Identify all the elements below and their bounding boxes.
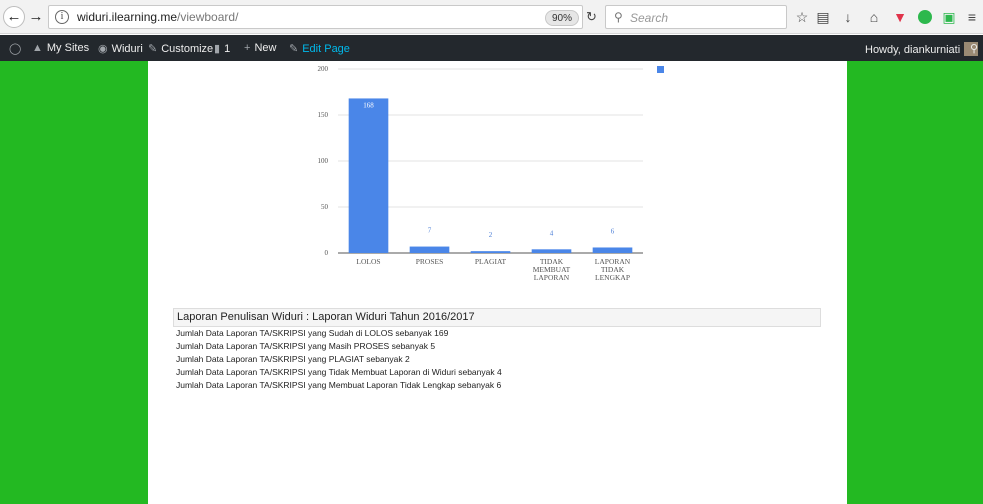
report-heading: Laporan Penulisan Widuri : Laporan Widur… bbox=[173, 308, 821, 327]
report-line-lolos: Jumlah Data Laporan TA/SKRIPSI yang Suda… bbox=[176, 328, 449, 338]
edit-page-link[interactable]: ✎ Edit Page bbox=[289, 42, 350, 55]
data-label: 7 bbox=[428, 227, 432, 235]
site-name-menu[interactable]: ◉ Widuri bbox=[98, 42, 143, 55]
comments-count: 1 bbox=[224, 43, 231, 55]
search-placeholder: Search bbox=[630, 11, 669, 25]
reload-icon[interactable]: ↻ bbox=[586, 9, 597, 25]
download-icon[interactable]: ↓ bbox=[839, 8, 857, 26]
browser-toolbar: ← → i widuri.ilearning.me/viewboard/ 90%… bbox=[0, 0, 983, 34]
search-input[interactable]: ⚲ Search bbox=[605, 5, 787, 29]
category-label: LOLOS bbox=[356, 257, 380, 266]
bar-chart: 0 50 100 150 200 168 LOLOS 7 PROSES 2 PLAGIAT 4 TIDA… bbox=[318, 65, 664, 282]
comment-icon: ▮ bbox=[214, 43, 221, 55]
bar bbox=[531, 249, 572, 253]
new-content-menu[interactable]: + New bbox=[244, 42, 276, 54]
data-label: 168 bbox=[363, 101, 374, 109]
url-path: /viewboard/ bbox=[177, 10, 239, 24]
y-tick-label: 0 bbox=[325, 249, 329, 257]
bar bbox=[592, 247, 633, 253]
url-text: widuri.ilearning.me/viewboard/ bbox=[77, 10, 238, 24]
account-menu[interactable]: Howdy, diankurniati bbox=[865, 42, 979, 56]
site-name-label: Widuri bbox=[111, 43, 143, 55]
report-line-tidak-membuat: Jumlah Data Laporan TA/SKRIPSI yang Tida… bbox=[176, 367, 502, 377]
category-label: TIDAK MEMBUAT LAPORAN bbox=[533, 257, 571, 282]
zoom-level-badge[interactable]: 90% bbox=[545, 10, 580, 26]
wp-admin-bar: ◯ ▲ My Sites ◉ Widuri ✎ Customize ▮ 1 + New ✎… bbox=[0, 35, 983, 61]
search-icon: ⚲ bbox=[614, 10, 623, 24]
report-line-plagiat: Jumlah Data Laporan TA/SKRIPSI yang PLAG… bbox=[176, 354, 410, 364]
report-panel: Laporan Penulisan Widuri : Laporan Widur… bbox=[173, 308, 821, 392]
report-line-proses: Jumlah Data Laporan TA/SKRIPSI yang Masi… bbox=[176, 341, 436, 351]
data-label: 2 bbox=[489, 231, 493, 239]
new-label: New bbox=[254, 42, 277, 54]
category-label: PLAGIAT bbox=[475, 257, 507, 266]
my-sites-label: My Sites bbox=[46, 42, 90, 54]
data-label: 4 bbox=[550, 229, 554, 237]
page-background-left bbox=[0, 61, 148, 504]
category-label: LAPORAN TIDAK LENGKAP bbox=[595, 257, 631, 282]
admin-search-icon[interactable]: ⚲ bbox=[970, 42, 978, 55]
bar bbox=[470, 251, 511, 253]
comments-link[interactable]: ▮ 1 bbox=[214, 42, 230, 55]
forward-arrow-icon[interactable]: → bbox=[26, 7, 46, 27]
pocket-icon[interactable]: ▼ bbox=[891, 8, 909, 26]
sites-icon: ▲ bbox=[32, 42, 43, 54]
extension-box-icon[interactable]: ▣ bbox=[940, 8, 958, 26]
back-arrow-icon[interactable]: ← bbox=[3, 6, 25, 28]
y-tick-label: 50 bbox=[321, 203, 329, 211]
extension-green-icon[interactable] bbox=[918, 10, 932, 24]
report-line-tidak-lengkap: Jumlah Data Laporan TA/SKRIPSI yang Memb… bbox=[176, 380, 502, 390]
y-tick-label: 200 bbox=[318, 65, 329, 73]
edit-page-label: Edit Page bbox=[302, 43, 350, 55]
data-label: 6 bbox=[611, 227, 615, 235]
my-sites-menu[interactable]: ▲ My Sites bbox=[32, 42, 89, 54]
menu-icon[interactable]: ≡ bbox=[963, 8, 981, 26]
bookmark-star-icon[interactable]: ☆ bbox=[793, 8, 811, 26]
address-bar[interactable]: i widuri.ilearning.me/viewboard/ bbox=[48, 5, 583, 29]
plus-icon: + bbox=[244, 42, 251, 54]
dashboard-icon: ◉ bbox=[98, 43, 108, 55]
category-label: PROSES bbox=[416, 257, 444, 266]
bar bbox=[348, 98, 389, 253]
page-background-right bbox=[847, 61, 983, 504]
content-area: 0 50 100 150 200 168 LOLOS 7 PROSES 2 PLAGIAT 4 TIDA… bbox=[148, 61, 847, 504]
info-icon[interactable]: i bbox=[55, 10, 69, 24]
greeting-label: Howdy, diankurniati bbox=[865, 44, 961, 56]
legend-marker bbox=[657, 66, 664, 73]
pencil-icon: ✎ bbox=[289, 43, 299, 55]
url-host: widuri.ilearning.me bbox=[77, 10, 178, 24]
customize-link[interactable]: ✎ Customize bbox=[148, 42, 213, 55]
brush-icon: ✎ bbox=[148, 43, 158, 55]
bar bbox=[409, 246, 450, 253]
customize-label: Customize bbox=[161, 43, 214, 55]
y-tick-label: 100 bbox=[318, 157, 329, 165]
reading-list-icon[interactable]: ▤ bbox=[814, 8, 832, 26]
y-tick-label: 150 bbox=[318, 111, 329, 119]
wordpress-logo-icon[interactable]: ◯ bbox=[9, 42, 25, 55]
home-icon[interactable]: ⌂ bbox=[865, 8, 883, 26]
